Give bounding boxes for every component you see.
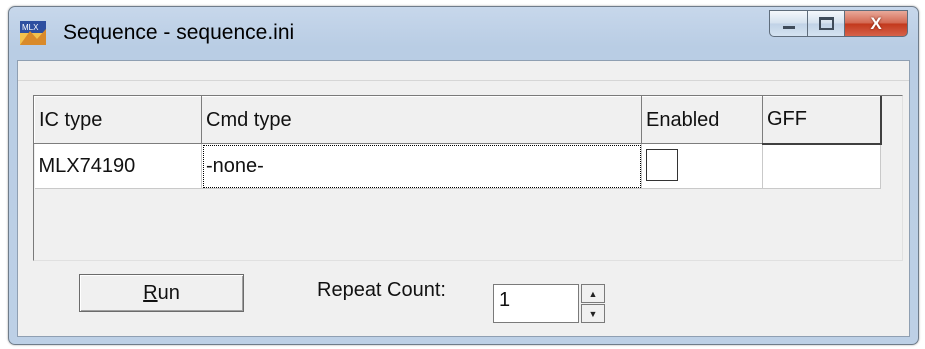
mlx-app-icon: MLX [20, 21, 46, 45]
maximize-icon [818, 17, 834, 30]
column-header-cmd-type[interactable]: Cmd type [201, 96, 642, 144]
header-row: IC type Cmd type Enabled GFF [34, 96, 882, 145]
menu-strip [18, 61, 909, 81]
arrow-down-icon: ▼ [588, 308, 598, 319]
repeat-count-input[interactable]: 1 [493, 284, 579, 323]
cell-gff[interactable] [762, 143, 881, 189]
enabled-checkbox[interactable] [646, 149, 678, 181]
caption-buttons: X [769, 10, 908, 38]
client-area: IC type Cmd type Enabled GFF MLX74190 -n… [17, 60, 910, 337]
cell-enabled [641, 143, 763, 189]
repeat-count-spinner: 1 ▲ ▼ [493, 284, 607, 323]
sequence-grid: IC type Cmd type Enabled GFF MLX74190 -n… [33, 95, 903, 261]
sequence-window: MLX Sequence - sequence.ini X IC type Cm… [8, 6, 919, 345]
column-header-ic-type[interactable]: IC type [34, 96, 202, 144]
run-button[interactable]: Run [79, 274, 244, 312]
cell-cmd-type[interactable]: -none- [201, 143, 642, 189]
svg-text:MLX: MLX [22, 23, 39, 32]
table-row: MLX74190 -none- [34, 143, 881, 189]
close-icon: X [870, 13, 882, 33]
arrow-up-icon: ▲ [588, 288, 598, 299]
run-accelerator: R [143, 282, 158, 304]
spin-down-button[interactable]: ▼ [581, 304, 605, 323]
maximize-button[interactable] [807, 10, 844, 37]
minimize-icon [782, 26, 795, 29]
sequence-table: IC type Cmd type Enabled GFF MLX74190 -n… [34, 96, 882, 189]
column-header-gff[interactable]: GFF [762, 96, 882, 145]
cell-ic-type[interactable]: MLX74190 [34, 143, 202, 189]
column-header-enabled[interactable]: Enabled [641, 96, 763, 144]
minimize-button[interactable] [769, 10, 807, 37]
run-label: un [157, 282, 180, 304]
close-button[interactable]: X [844, 10, 908, 37]
spin-up-button[interactable]: ▲ [581, 284, 605, 303]
window-title: Sequence - sequence.ini [63, 21, 295, 44]
repeat-count-label: Repeat Count: [317, 279, 446, 301]
